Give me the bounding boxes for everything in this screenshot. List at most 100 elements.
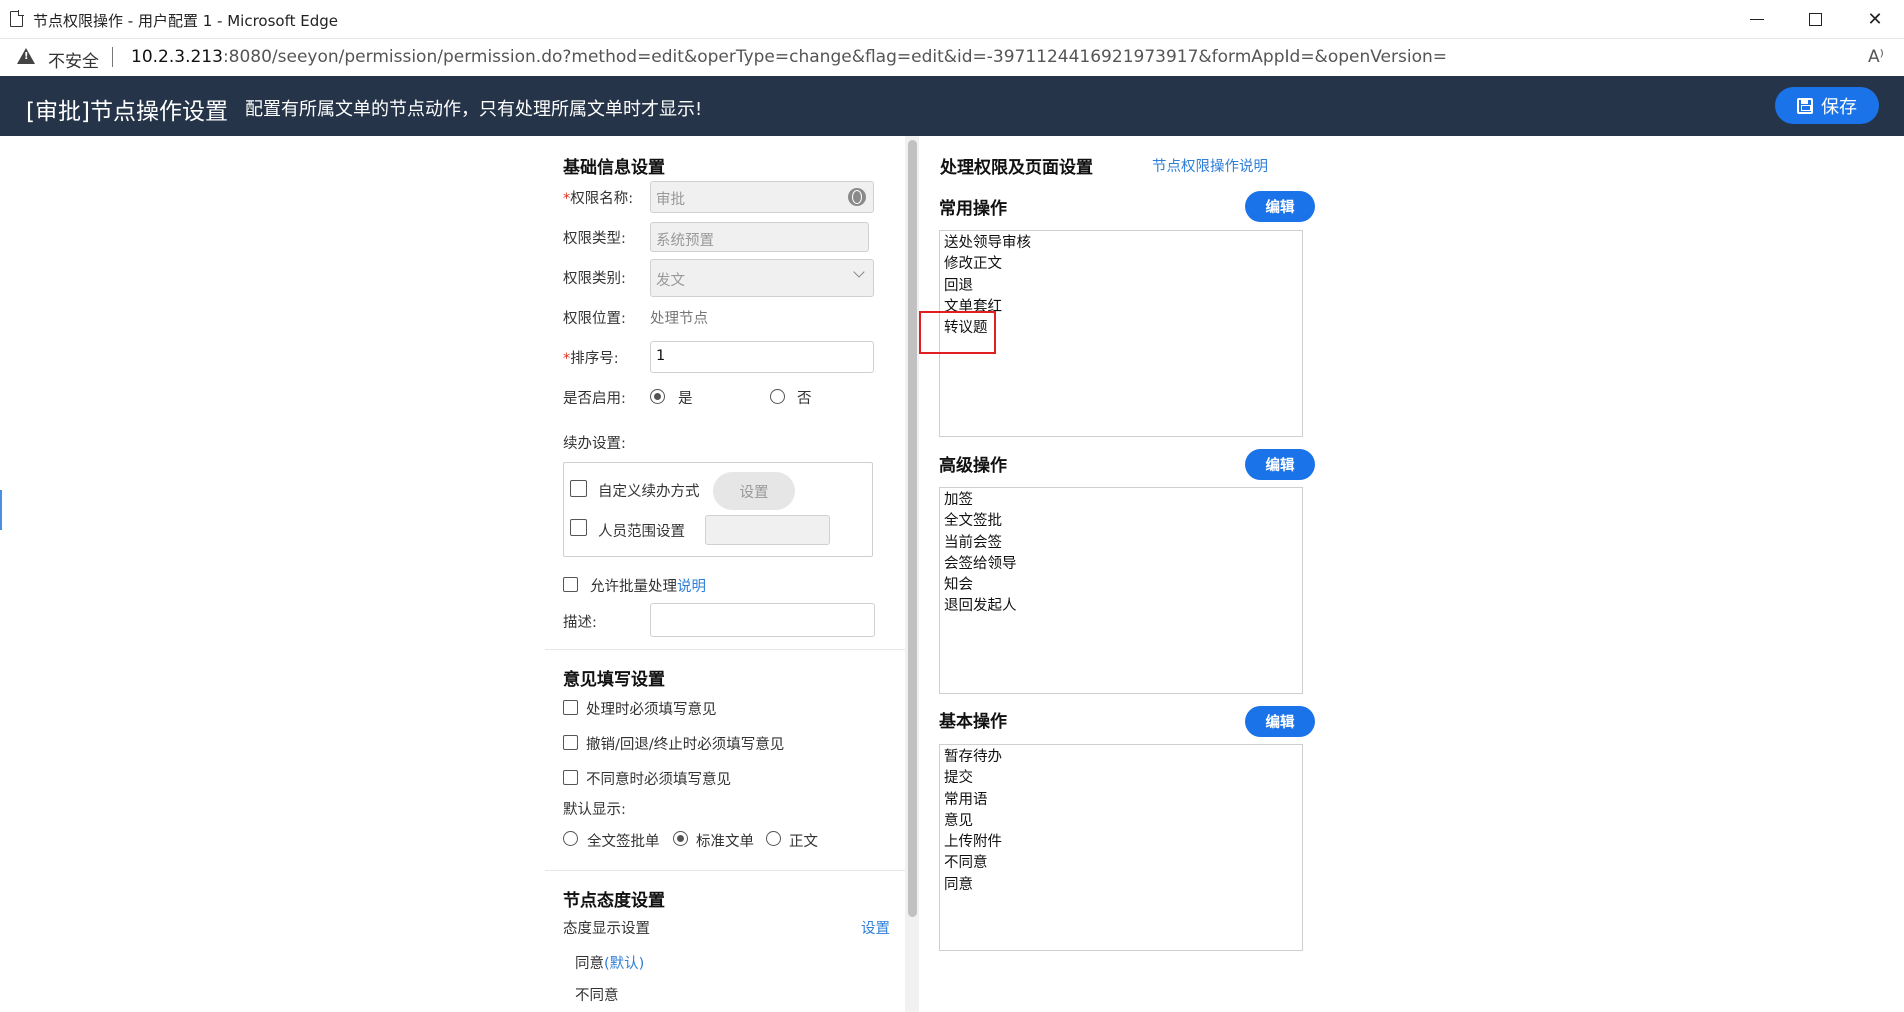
minimize-button[interactable]	[1728, 0, 1786, 39]
permission-help-link[interactable]: 节点权限操作说明	[1152, 155, 1268, 176]
list-item[interactable]: 退回发起人	[944, 596, 1298, 617]
continue-settings-button[interactable]: 设置	[713, 472, 795, 510]
must-on-revoke-label: 撤销/回退/终止时必须填写意见	[586, 737, 785, 753]
edit-common-ops-button[interactable]: 编辑	[1245, 191, 1315, 222]
list-item[interactable]: 暂存待办	[944, 747, 1298, 768]
list-item[interactable]: 提交	[944, 768, 1298, 789]
batch-label: 允许批量处理说明	[590, 579, 706, 595]
display-option-full-radio[interactable]	[563, 831, 578, 846]
category-select[interactable]: 发文	[650, 259, 874, 297]
display-option-body-radio[interactable]	[766, 831, 781, 846]
permission-settings-title: 处理权限及页面设置	[940, 158, 1093, 178]
name-input[interactable]: 审批	[650, 181, 874, 213]
url-path: :8080/seeyon/permission/permission.do?me…	[222, 47, 1447, 67]
list-item[interactable]: 当前会签	[944, 533, 1298, 554]
type-input: 系统预置	[650, 222, 869, 252]
left-form: 基础信息设置 *权限名称: 审批 权限类型: 系统预置 权限类别: 发文 权限位…	[545, 136, 910, 1012]
basic-info-title: 基础信息设置	[563, 158, 665, 178]
must-on-process-checkbox[interactable]	[563, 700, 578, 715]
list-item[interactable]: 上传附件	[944, 832, 1298, 853]
enabled-label: 是否启用:	[563, 391, 626, 407]
close-icon: ✕	[1867, 9, 1883, 30]
attitude-display-label: 态度显示设置	[563, 921, 650, 937]
divider	[112, 47, 113, 67]
maximize-icon	[1808, 13, 1822, 26]
page-icon	[10, 10, 24, 27]
custom-continue-checkbox[interactable]	[570, 480, 587, 497]
url-host: 10.2.3.213	[131, 47, 223, 67]
advanced-ops-title: 高级操作	[939, 456, 1007, 476]
list-item[interactable]: 加签	[944, 490, 1298, 511]
must-on-disagree-label: 不同意时必须填写意见	[586, 772, 731, 788]
basic-ops-list[interactable]: 暂存待办 提交 常用语 意见 上传附件 不同意 同意	[939, 744, 1303, 951]
list-item[interactable]: 不同意	[944, 853, 1298, 874]
position-value: 处理节点	[650, 311, 708, 327]
attitude-settings-link[interactable]: 设置	[861, 917, 890, 938]
list-item[interactable]: 回退	[944, 276, 1298, 297]
desc-label: 描述:	[563, 615, 597, 631]
enabled-yes-radio[interactable]	[650, 389, 665, 404]
security-label[interactable]: 不安全	[48, 47, 99, 72]
edit-advanced-ops-button[interactable]: 编辑	[1245, 449, 1315, 480]
list-item[interactable]: 修改正文	[944, 254, 1298, 275]
page-title: [审批]节点操作设置	[26, 99, 228, 125]
url-field[interactable]: 10.2.3.213:8080/seeyon/permission/permis…	[131, 47, 1447, 67]
person-range-label: 人员范围设置	[598, 524, 685, 540]
batch-help-link[interactable]: 说明	[677, 579, 706, 595]
address-bar: 不安全 10.2.3.213:8080/seeyon/permission/pe…	[0, 39, 1904, 76]
list-item[interactable]: 送处领导审核	[944, 233, 1298, 254]
person-range-checkbox[interactable]	[570, 519, 587, 536]
name-value: 审批	[656, 192, 685, 208]
type-value: 系统预置	[656, 233, 714, 249]
list-item[interactable]: 转议题	[944, 318, 1298, 339]
attitude-title: 节点态度设置	[563, 891, 665, 911]
custom-continue-label: 自定义续办方式	[598, 484, 700, 500]
position-label: 权限位置:	[563, 311, 626, 327]
order-input[interactable]: 1	[650, 341, 874, 373]
must-on-revoke-checkbox[interactable]	[563, 735, 578, 750]
minimize-icon	[1750, 18, 1764, 21]
display-option-body-label: 正文	[789, 834, 818, 850]
side-indicator	[0, 490, 2, 530]
batch-checkbox[interactable]	[563, 577, 578, 592]
enabled-no-radio[interactable]	[770, 389, 785, 404]
list-item[interactable]: 常用语	[944, 790, 1298, 811]
enabled-no-label: 否	[797, 391, 812, 407]
page-description: 配置有所属文单的节点动作，只有处理所属文单时才显示!	[245, 99, 703, 120]
warning-icon[interactable]	[17, 48, 35, 64]
maximize-button[interactable]	[1786, 0, 1844, 39]
scrollbar-thumb[interactable]	[908, 140, 917, 917]
desc-input[interactable]	[650, 603, 875, 637]
person-range-input[interactable]	[705, 515, 830, 545]
list-item[interactable]: 意见	[944, 811, 1298, 832]
opinion-title: 意见填写设置	[563, 670, 665, 690]
save-button[interactable]: 保存	[1775, 87, 1879, 124]
order-value: 1	[656, 348, 666, 364]
list-item[interactable]: 会签给领导	[944, 554, 1298, 575]
list-item[interactable]: 文单套红	[944, 297, 1298, 318]
list-item[interactable]: 全文签批	[944, 511, 1298, 532]
display-option-standard-label: 标准文单	[696, 834, 754, 850]
right-panel: 处理权限及页面设置 节点权限操作说明 常用操作 编辑 送处领导审核 修改正文 回…	[919, 136, 1904, 1012]
edit-basic-ops-button[interactable]: 编辑	[1245, 706, 1315, 737]
close-button[interactable]: ✕	[1846, 0, 1904, 39]
display-option-standard-radio[interactable]	[673, 831, 688, 846]
highlight-box	[919, 311, 996, 354]
list-item[interactable]: 知会	[944, 575, 1298, 596]
order-label: *排序号:	[563, 351, 619, 367]
enabled-yes-label: 是	[678, 391, 693, 407]
must-on-process-label: 处理时必须填写意见	[586, 702, 717, 718]
common-ops-title: 常用操作	[939, 199, 1007, 219]
list-item[interactable]: 同意	[944, 875, 1298, 896]
read-aloud-icon[interactable]: A⁾	[1868, 47, 1884, 67]
window-title: 节点权限操作 - 用户配置 1 - Microsoft Edge	[33, 12, 338, 30]
globe-icon[interactable]	[848, 188, 866, 206]
name-label: *权限名称:	[563, 191, 634, 207]
divider	[545, 649, 905, 650]
advanced-ops-list[interactable]: 加签 全文签批 当前会签 会签给领导 知会 退回发起人	[939, 487, 1303, 694]
app-header: [审批]节点操作设置 配置有所属文单的节点动作，只有处理所属文单时才显示! 保存	[0, 76, 1904, 136]
basic-ops-title: 基本操作	[939, 712, 1007, 732]
default-display-label: 默认显示:	[563, 802, 626, 818]
category-value: 发文	[656, 273, 685, 289]
must-on-disagree-checkbox[interactable]	[563, 770, 578, 785]
